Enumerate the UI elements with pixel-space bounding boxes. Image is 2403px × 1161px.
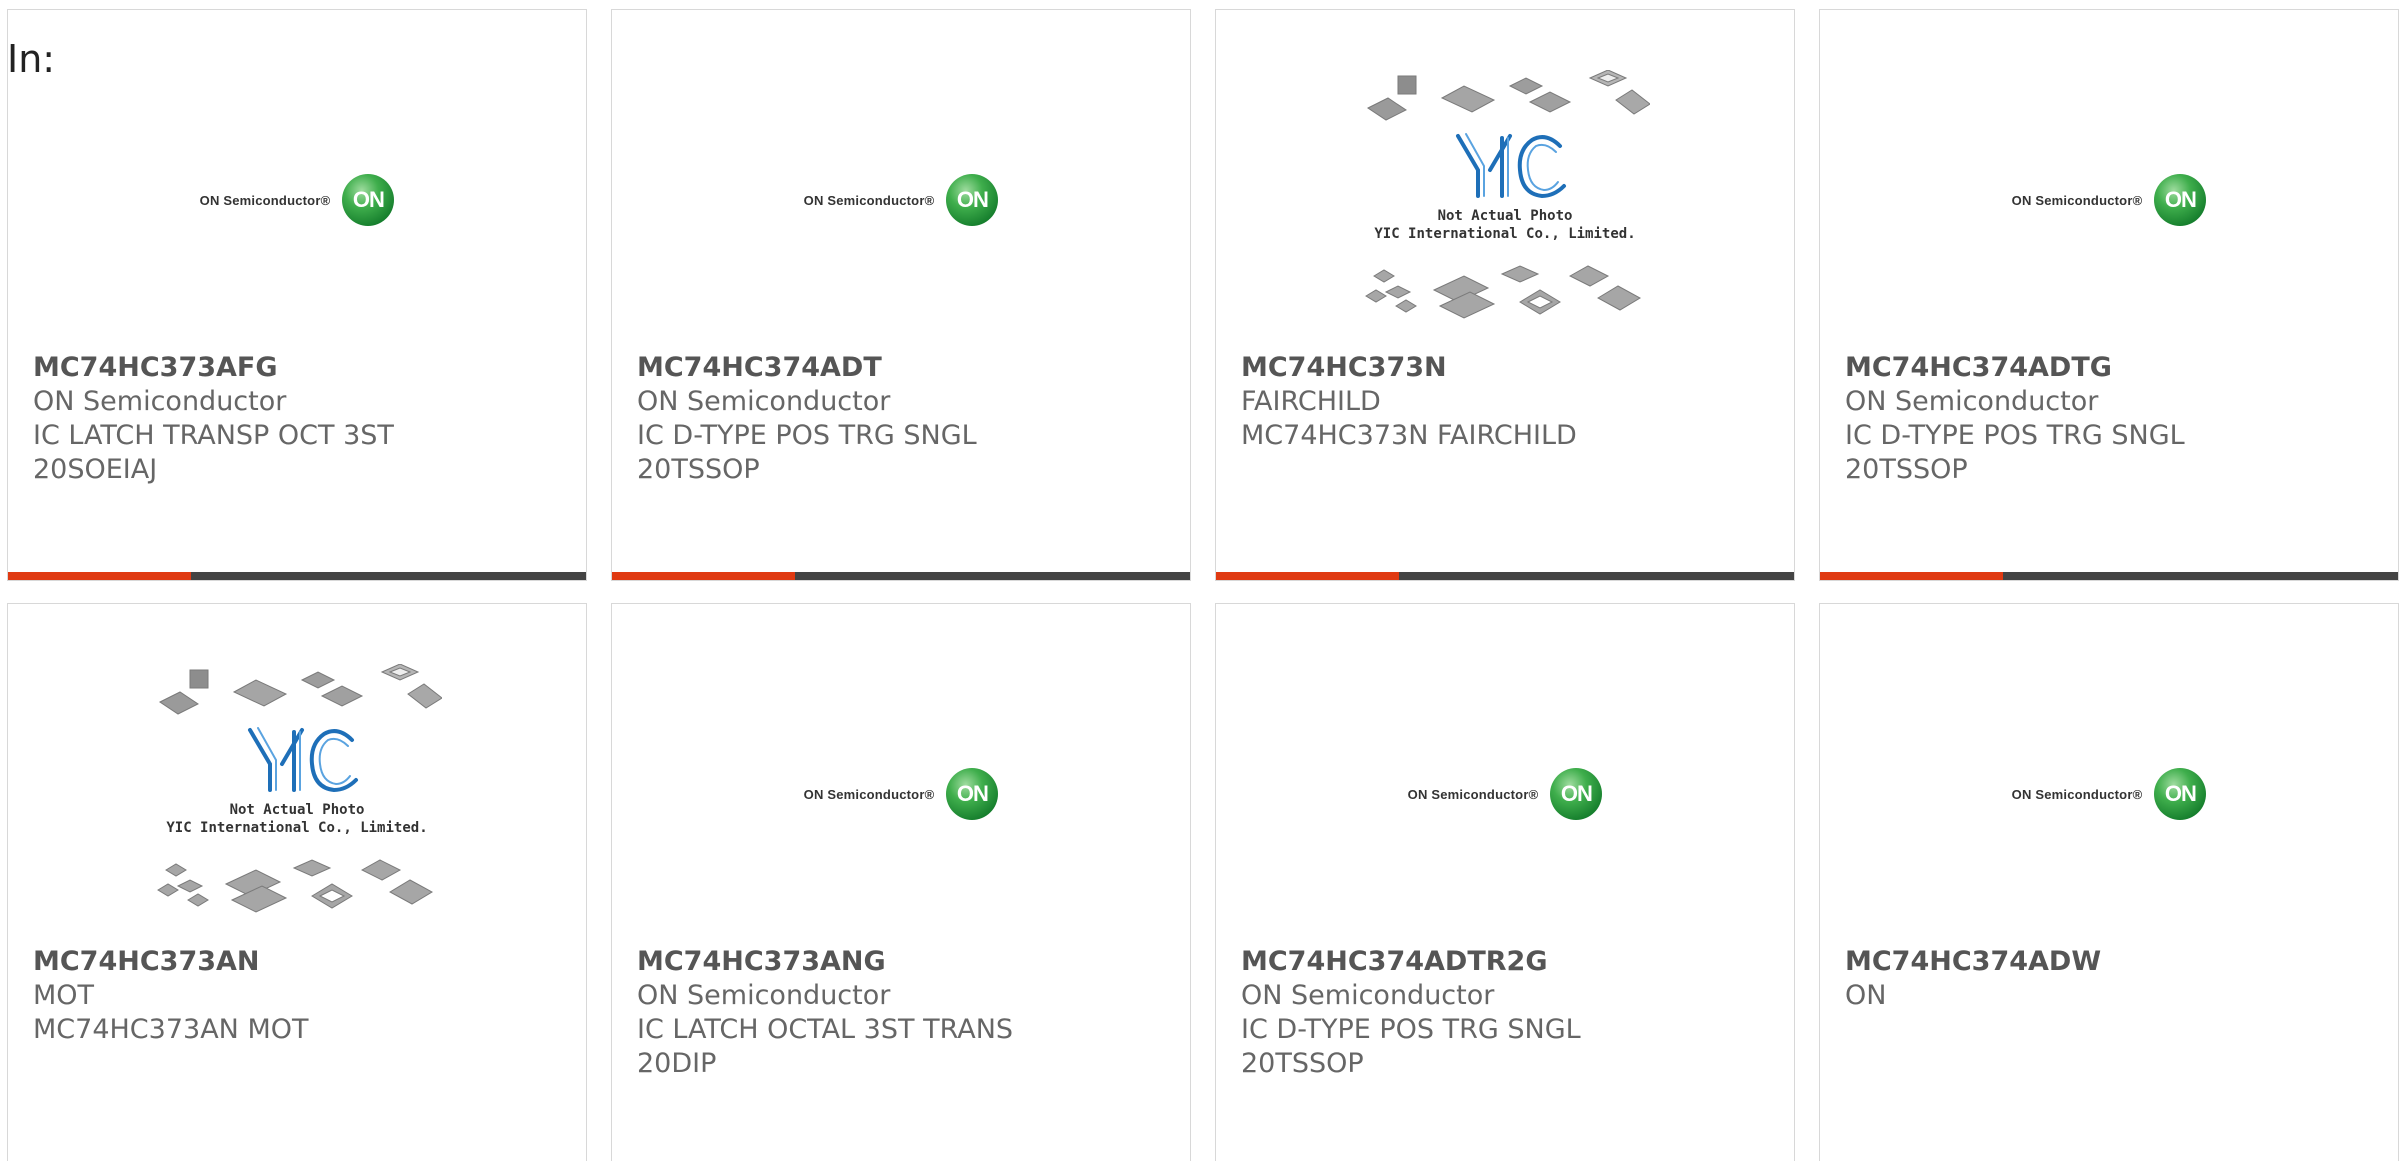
on-logo-mark: ON [2154,174,2207,226]
product-grid: ON Semiconductor® ON MC74HC373AFG ON Sem… [7,9,2399,1161]
on-logo-mark: ON [342,174,395,226]
product-card[interactable]: ON Semiconductor® ON MC74HC373ANG ON Sem… [611,603,1191,1161]
product-image[interactable]: Not Actual Photo YIC International Co., … [8,644,586,944]
product-part-number[interactable]: MC74HC373ANG [637,945,1170,979]
on-logo-text: ON Semiconductor® [2011,786,2143,802]
product-grid-page: In: ON Semiconductor® ON MC74HC373AFG ON… [0,0,2403,1161]
svg-text:Not Actual Photo: Not Actual Photo [230,802,365,818]
product-description-line1: MC74HC373N FAIRCHILD [1241,420,1577,451]
card-hover-bar-accent [612,572,795,580]
product-manufacturer: ON Semiconductor [637,980,891,1011]
svg-text:YIC International Co., Limited: YIC International Co., Limited. [1374,226,1635,242]
product-part-number[interactable]: MC74HC373N [1241,351,1774,385]
product-card[interactable]: Not Actual Photo YIC International Co., … [1215,9,1795,581]
on-semiconductor-logo: ON Semiconductor® ON [1408,768,1603,820]
in-label: In: [7,37,56,81]
product-part-number[interactable]: MC74HC374ADTR2G [1241,945,1774,979]
product-description-line1: IC LATCH OCTAL 3ST TRANS [637,1014,1014,1045]
product-description-line1: IC LATCH TRANSP OCT 3ST [33,420,394,451]
on-logo-mark: ON [1550,768,1603,820]
product-card[interactable]: Not Actual Photo YIC International Co., … [7,603,587,1161]
product-description-line2: 20SOEIAJ [33,454,158,485]
product-image[interactable]: ON Semiconductor® ON [1820,644,2398,944]
product-image[interactable]: ON Semiconductor® ON [1216,644,1794,944]
card-hover-bar [612,572,1190,580]
product-image[interactable]: ON Semiconductor® ON [1820,50,2398,350]
product-description-line2: 20DIP [637,1048,717,1079]
product-info: MC74HC374ADTG ON Semiconductor IC D-TYPE… [1845,351,2378,487]
on-semiconductor-logo: ON Semiconductor® ON [2012,768,2207,820]
product-manufacturer: FAIRCHILD [1241,386,1381,417]
product-info: MC74HC373ANG ON Semiconductor IC LATCH O… [637,945,1170,1081]
card-hover-bar-accent [1216,572,1399,580]
card-hover-bar [1820,572,2398,580]
on-logo-mark: ON [946,174,999,226]
product-card[interactable]: ON Semiconductor® ON MC74HC374ADTR2G ON … [1215,603,1795,1161]
product-part-number[interactable]: MC74HC373AFG [33,351,566,385]
product-info: MC74HC373AN MOT MC74HC373AN MOT [33,945,566,1047]
on-logo-mark: ON [2154,768,2207,820]
on-logo-text: ON Semiconductor® [1407,786,1539,802]
card-hover-bar [1216,572,1794,580]
card-hover-bar-accent [8,572,191,580]
yic-placeholder-logo: Not Actual Photo YIC International Co., … [1365,70,1650,319]
product-description-line2: 20TSSOP [1241,1048,1364,1079]
product-manufacturer: ON [1845,980,1887,1011]
product-description-line1: IC D-TYPE POS TRG SNGL [637,420,977,451]
product-manufacturer: ON Semiconductor [1241,980,1495,1011]
product-image[interactable]: ON Semiconductor® ON [612,50,1190,350]
product-part-number[interactable]: MC74HC373AN [33,945,566,979]
product-description-line1: IC D-TYPE POS TRG SNGL [1845,420,2185,451]
product-image[interactable]: ON Semiconductor® ON [612,644,1190,944]
on-logo-mark: ON [946,768,999,820]
card-hover-bar-accent [1820,572,2003,580]
product-card[interactable]: ON Semiconductor® ON MC74HC374ADW ON [1819,603,2399,1161]
product-card[interactable]: ON Semiconductor® ON MC74HC374ADT ON Sem… [611,9,1191,581]
svg-text:YIC International Co., Limited: YIC International Co., Limited. [166,820,427,836]
on-semiconductor-logo: ON Semiconductor® ON [804,174,999,226]
product-image[interactable]: Not Actual Photo YIC International Co., … [1216,50,1794,350]
on-logo-text: ON Semiconductor® [2011,192,2143,208]
on-logo-text: ON Semiconductor® [803,192,935,208]
product-description-line1: IC D-TYPE POS TRG SNGL [1241,1014,1581,1045]
product-manufacturer: MOT [33,980,95,1011]
on-semiconductor-logo: ON Semiconductor® ON [804,768,999,820]
product-info: MC74HC374ADTR2G ON Semiconductor IC D-TY… [1241,945,1774,1081]
product-part-number[interactable]: MC74HC374ADT [637,351,1170,385]
product-info: MC74HC374ADW ON [1845,945,2378,1013]
product-manufacturer: ON Semiconductor [33,386,287,417]
on-logo-text: ON Semiconductor® [199,192,331,208]
product-info: MC74HC374ADT ON Semiconductor IC D-TYPE … [637,351,1170,487]
product-card[interactable]: ON Semiconductor® ON MC74HC374ADTG ON Se… [1819,9,2399,581]
svg-text:Not Actual Photo: Not Actual Photo [1438,208,1573,224]
product-description-line1: MC74HC373AN MOT [33,1014,309,1045]
product-part-number[interactable]: MC74HC374ADTG [1845,351,2378,385]
on-semiconductor-logo: ON Semiconductor® ON [200,174,395,226]
yic-placeholder-logo: Not Actual Photo YIC International Co., … [157,664,442,913]
product-image[interactable]: ON Semiconductor® ON [8,50,586,350]
card-hover-bar [8,572,586,580]
product-description-line2: 20TSSOP [1845,454,1968,485]
product-manufacturer: ON Semiconductor [1845,386,2099,417]
product-description-line2: 20TSSOP [637,454,760,485]
on-semiconductor-logo: ON Semiconductor® ON [2012,174,2207,226]
product-info: MC74HC373N FAIRCHILD MC74HC373N FAIRCHIL… [1241,351,1774,453]
product-card[interactable]: ON Semiconductor® ON MC74HC373AFG ON Sem… [7,9,587,581]
on-logo-text: ON Semiconductor® [803,786,935,802]
product-part-number[interactable]: MC74HC374ADW [1845,945,2378,979]
product-info: MC74HC373AFG ON Semiconductor IC LATCH T… [33,351,566,487]
product-manufacturer: ON Semiconductor [637,386,891,417]
